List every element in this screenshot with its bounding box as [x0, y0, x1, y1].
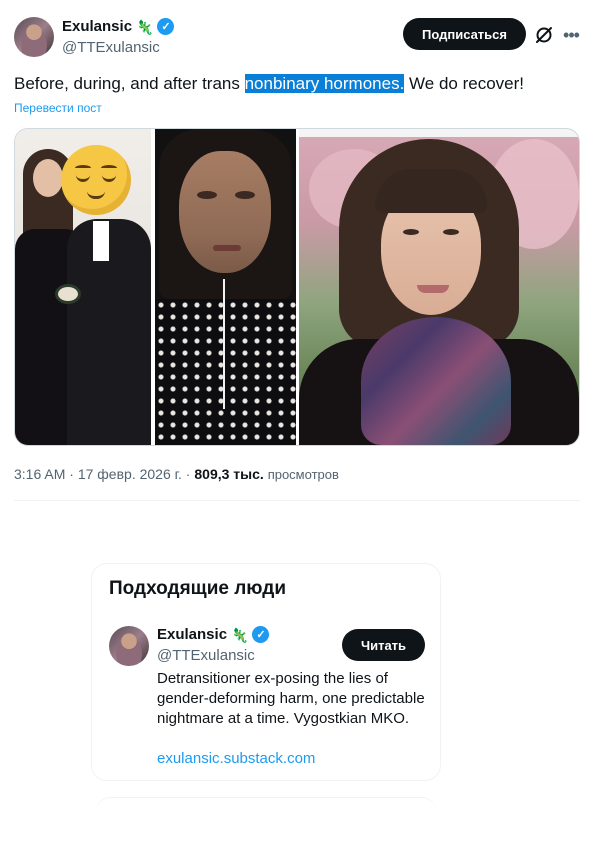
verified-badge-icon[interactable]: ✓	[157, 18, 175, 35]
photo-after[interactable]	[299, 129, 579, 445]
emoji-brow	[101, 165, 117, 171]
meta-separator: ·	[65, 466, 78, 482]
author-avatar[interactable]	[14, 17, 54, 57]
emoji-mouth	[87, 191, 105, 199]
views-count[interactable]: 809,3 тыс.	[194, 466, 263, 482]
photo-figure-eye	[235, 191, 255, 199]
next-card-edge	[95, 797, 437, 856]
relieved-face-emoji-icon	[61, 145, 131, 215]
post-text-highlight: nonbinary hormones.	[244, 74, 405, 93]
photo-figure-suit	[67, 219, 151, 445]
corsage	[55, 284, 81, 304]
translate-post-link[interactable]: Перевести пост	[14, 101, 102, 115]
views-label: просмотров	[267, 467, 339, 482]
suggested-people-card: Подходящие люди Exulansic 🦎 ✓ @TTExulans…	[91, 563, 441, 781]
author-name-row[interactable]: Exulansic 🦎 ✓	[62, 18, 175, 35]
photo-top-strip	[299, 129, 579, 137]
author-display-name[interactable]: Exulansic	[62, 18, 132, 35]
suggested-people-title: Подходящие люди	[109, 578, 287, 599]
photo-figure-bangs	[375, 169, 487, 213]
suggested-bio-link[interactable]: exulansic.substack.com	[157, 750, 315, 767]
photo-during[interactable]	[155, 129, 296, 445]
divider	[14, 500, 580, 501]
post-time[interactable]: 3:16 AM	[14, 466, 65, 482]
post-text-before: Before, during, and after trans	[14, 74, 245, 93]
grok-icon[interactable]	[533, 24, 555, 46]
lizard-emoji-icon: 🦎	[136, 18, 154, 35]
photo-figure-eye	[197, 191, 217, 199]
photo-figure-mouth	[213, 245, 241, 251]
photo-figure-mouth	[417, 285, 449, 293]
suggested-avatar[interactable]	[109, 626, 149, 666]
post-text: Before, during, and after trans nonbinar…	[14, 72, 524, 96]
verified-badge-icon[interactable]: ✓	[252, 626, 270, 643]
post-media[interactable]	[14, 128, 580, 446]
author-handle[interactable]: @TTExulansic	[62, 39, 160, 56]
suggested-bio: Detransitioner ex-posing the lies of gen…	[157, 670, 425, 727]
suggested-name-row[interactable]: Exulansic 🦎 ✓	[157, 626, 270, 643]
photo-figure-shirt	[93, 221, 109, 261]
emoji-eye	[102, 175, 116, 182]
more-icon[interactable]: •••	[560, 24, 582, 46]
post-meta: 3:16 AM · 17 февр. 2026 г. · 809,3 тыс. …	[14, 466, 339, 482]
post-text-after: We do recover!	[404, 74, 524, 93]
post-date[interactable]: 17 февр. 2026 г.	[78, 466, 182, 482]
photo-before[interactable]	[15, 129, 151, 445]
photo-figure-scarf	[361, 317, 511, 445]
lizard-emoji-icon: 🦎	[231, 626, 249, 643]
photo-figure-shirt	[155, 299, 296, 445]
emoji-brow	[75, 165, 91, 171]
subscribe-button[interactable]: Подписаться	[403, 18, 526, 50]
photo-figure-face	[179, 151, 271, 273]
emoji-eye	[76, 175, 90, 182]
photo-figure-eye	[443, 229, 459, 235]
suggested-display-name[interactable]: Exulansic	[157, 626, 227, 643]
photo-figure-face	[33, 159, 63, 197]
earphone-wire	[223, 279, 225, 409]
suggested-handle[interactable]: @TTExulansic	[157, 647, 255, 664]
photo-figure-eye	[403, 229, 419, 235]
follow-button[interactable]: Читать	[342, 629, 425, 661]
